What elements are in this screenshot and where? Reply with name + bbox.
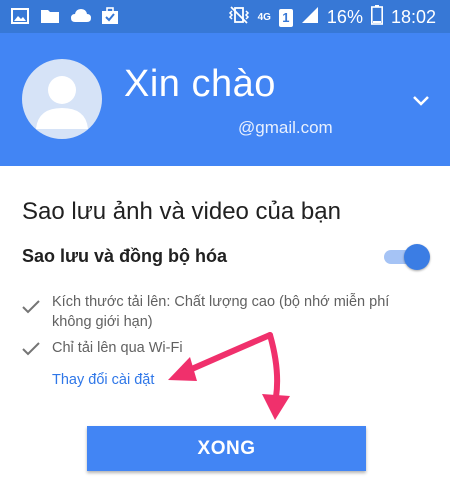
upload-size-line2: không giới hạn) (52, 314, 153, 330)
folder-icon (40, 6, 60, 26)
battery-icon (370, 5, 383, 30)
done-button[interactable]: XONG (87, 426, 366, 471)
cloud-icon (70, 6, 91, 26)
image-icon (10, 6, 30, 26)
account-header[interactable]: Xin chào @gmail.com (0, 33, 450, 166)
notification-icons (10, 6, 120, 26)
network-type: 4G (257, 11, 271, 23)
sim-icon: 1 (278, 8, 293, 27)
wifi-only-text: Chỉ tải lên qua Wi-Fi (52, 340, 183, 356)
system-status: 4G 1 16% 18:02 (228, 5, 436, 30)
avatar (22, 59, 102, 139)
arrow-to-link (168, 332, 273, 381)
battery-percent: 16% (326, 7, 363, 27)
upload-size-setting: Kích thước tải lên: Chất lượng cao (bộ n… (52, 292, 389, 332)
chevron-down-icon[interactable] (410, 89, 432, 111)
signal-icon (301, 6, 319, 29)
account-email: @gmail.com (238, 118, 333, 137)
clock: 18:02 (390, 7, 436, 27)
arrow-to-done-button (262, 332, 290, 420)
wifi-only-setting: Chỉ tải lên qua Wi-Fi (52, 338, 183, 358)
person-icon (36, 76, 88, 129)
upload-size-line1: Kích thước tải lên: Chất lượng cao (bộ n… (52, 294, 390, 310)
sim-slot: 1 (282, 9, 290, 25)
greeting: Xin chào (124, 63, 276, 105)
section-title: Sao lưu ảnh và video của bạn (22, 198, 341, 225)
backup-sync-toggle[interactable] (382, 244, 430, 270)
check-icon (22, 300, 40, 314)
change-settings-link[interactable]: Thay đổi cài đặt (52, 372, 154, 388)
briefcase-check-icon (100, 6, 120, 26)
vibrate-mute-icon (228, 5, 250, 30)
backup-sync-label: Sao lưu và đồng bộ hóa (22, 246, 228, 266)
toggle-knob (404, 244, 430, 270)
status-bar: 4G 1 16% 18:02 (0, 0, 450, 33)
check-icon (22, 342, 40, 356)
